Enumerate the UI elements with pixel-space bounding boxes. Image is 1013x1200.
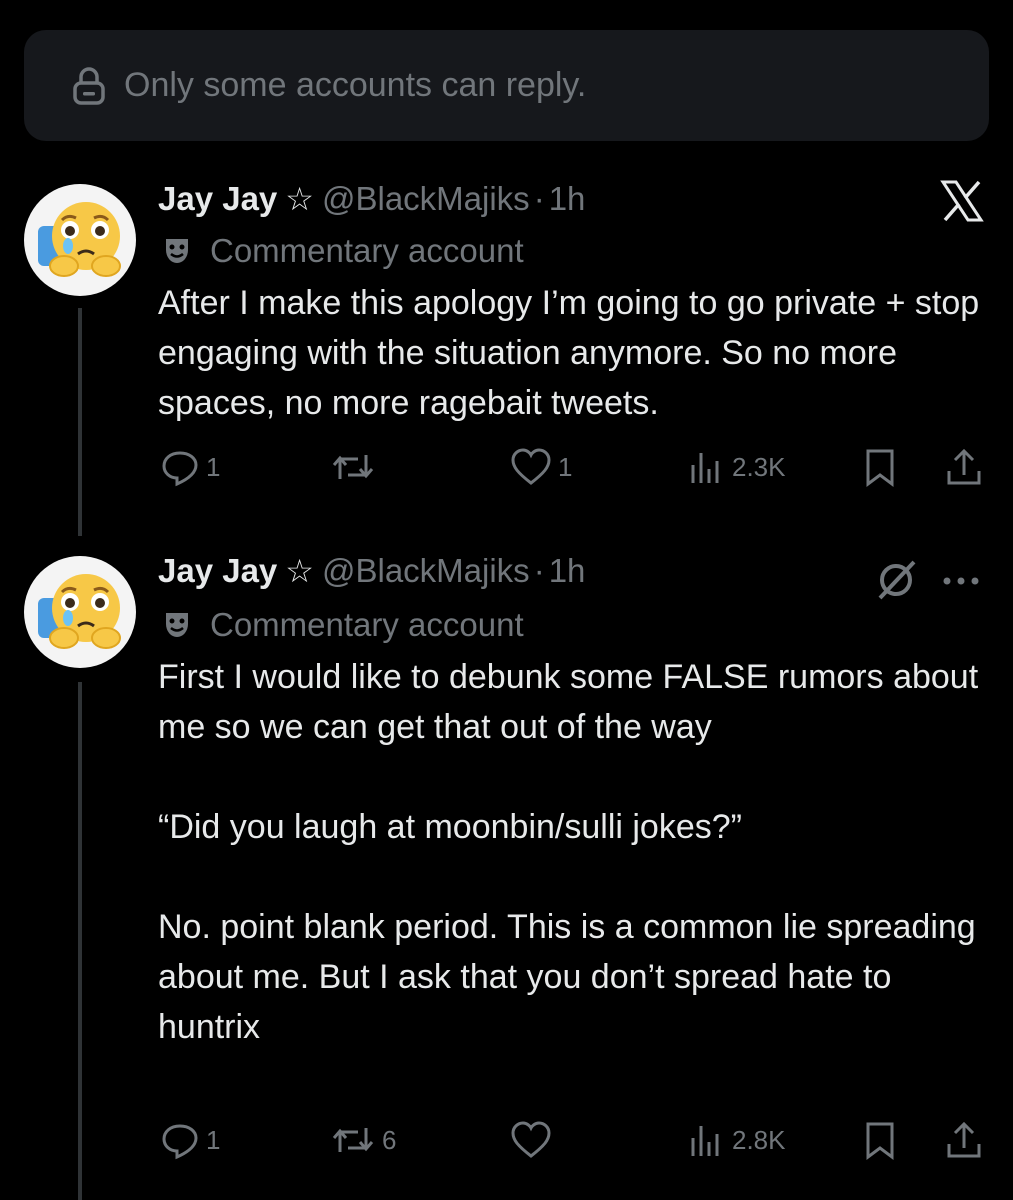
repost-icon — [330, 1120, 376, 1160]
view-count: 2.8K — [732, 1124, 786, 1155]
separator: · — [533, 180, 545, 217]
share-icon — [944, 1120, 984, 1160]
share-icon — [944, 447, 984, 487]
thread-connector-line — [78, 682, 82, 1200]
like-button[interactable] — [510, 1120, 558, 1160]
timestamp[interactable]: 1h — [549, 552, 586, 590]
reply-button[interactable]: 1 — [160, 447, 220, 487]
reply-count: 1 — [206, 1124, 221, 1155]
tweet-text: First I would like to debunk some FALSE … — [158, 658, 979, 1046]
theater-mask-icon — [160, 610, 194, 640]
bookmark-button[interactable] — [862, 447, 898, 487]
reply-icon — [160, 447, 200, 487]
theater-mask-icon — [160, 236, 194, 266]
heart-icon — [510, 447, 552, 487]
tweet-actions: 1 6 2.8K — [160, 1120, 990, 1164]
avatar[interactable] — [24, 556, 136, 668]
reply-restriction-banner: Only some accounts can reply. — [24, 30, 989, 141]
tweet-header: Jay Jay ☆ @BlackMajiks · 1h — [158, 552, 585, 590]
reply-button[interactable]: 1 — [160, 1120, 220, 1160]
separator: · — [533, 552, 545, 589]
view-count: 2.3K — [732, 451, 786, 482]
grok-icon[interactable] — [872, 556, 920, 609]
reply-count: 1 — [206, 451, 221, 482]
display-name[interactable]: Jay Jay — [158, 180, 277, 218]
bookmark-icon — [862, 447, 898, 487]
repost-button[interactable]: 6 — [330, 1120, 396, 1160]
views-chart-icon — [688, 447, 726, 487]
timestamp[interactable]: 1h — [549, 180, 586, 218]
display-name[interactable]: Jay Jay — [158, 552, 277, 590]
account-label: Commentary account — [160, 232, 524, 270]
share-button[interactable] — [944, 1120, 984, 1160]
account-label: Commentary account — [160, 606, 524, 644]
bookmark-button[interactable] — [862, 1120, 898, 1160]
reply-icon — [160, 1120, 200, 1160]
like-button[interactable]: 1 — [510, 447, 572, 487]
star-outline-icon: ☆ — [285, 181, 314, 217]
repost-icon — [330, 447, 376, 487]
tweet-top-actions — [872, 556, 980, 609]
account-label-text: Commentary account — [210, 606, 524, 643]
tweet-header: Jay Jay ☆ @BlackMajiks · 1h — [158, 180, 585, 218]
more-dots-icon[interactable] — [942, 574, 980, 592]
star-outline-icon: ☆ — [285, 553, 314, 589]
views-chart-icon — [688, 1120, 726, 1160]
tweet-actions: 1 1 2.3K — [160, 447, 990, 491]
heart-icon — [510, 1120, 552, 1160]
reply-restriction-text: Only some accounts can reply. — [124, 66, 587, 104]
thread-connector-line — [78, 308, 82, 536]
views-button[interactable]: 2.8K — [688, 1120, 786, 1160]
x-logo-icon — [939, 178, 985, 224]
repost-button[interactable] — [330, 447, 382, 487]
account-label-text: Commentary account — [210, 232, 524, 269]
user-handle[interactable]: @BlackMajiks — [322, 552, 530, 590]
lock-icon — [70, 66, 108, 105]
user-handle[interactable]: @BlackMajiks — [322, 180, 530, 218]
views-button[interactable]: 2.3K — [688, 447, 786, 487]
avatar[interactable] — [24, 184, 136, 296]
share-button[interactable] — [944, 447, 984, 487]
tweet-text: After I make this apology I’m going to g… — [158, 284, 989, 422]
like-count: 1 — [558, 451, 573, 482]
repost-count: 6 — [382, 1124, 397, 1155]
bookmark-icon — [862, 1120, 898, 1160]
